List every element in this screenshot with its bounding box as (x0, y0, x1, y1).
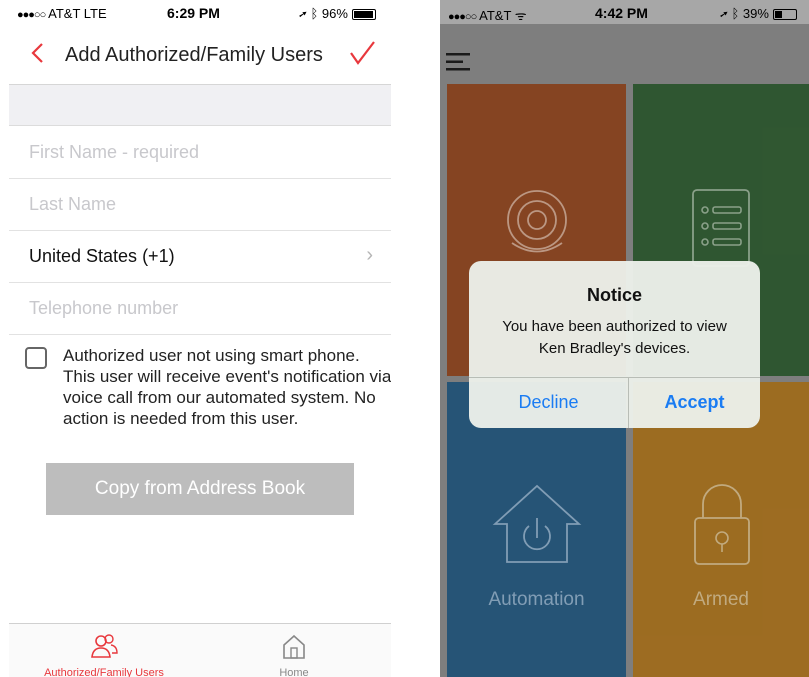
status-time: 6:29 PM (167, 5, 220, 21)
status-bar: ●●●○○ AT&T LTE 6:29 PM ➚ ᛒ 96% (9, 0, 391, 24)
tab-home[interactable]: Home (199, 624, 389, 677)
users-icon (91, 634, 118, 658)
battery-icon (351, 9, 376, 21)
non-smartphone-checkbox[interactable] (25, 347, 47, 369)
carrier-label: AT&T LTE (48, 6, 107, 21)
first-name-field[interactable]: First Name - required (9, 126, 391, 179)
accept-button[interactable]: Accept (629, 377, 760, 428)
page-title: Add Authorized/Family Users (65, 44, 323, 66)
last-name-placeholder: Last Name (29, 194, 117, 214)
location-icon: ➚ (720, 6, 728, 21)
battery-icon (772, 9, 797, 21)
left-phone-screen: ●●●○○ AT&T LTE 6:29 PM ➚ ᛒ 96% Add Autho… (9, 0, 391, 677)
tab-authorized-family-users[interactable]: Authorized/Family Users (9, 624, 199, 677)
telephone-placeholder: Telephone number (29, 298, 179, 318)
wifi-icon: ᯤ (514, 8, 527, 23)
last-name-field[interactable]: Last Name (9, 178, 391, 231)
tab-bar: Authorized/Family Users Home (9, 623, 391, 677)
bluetooth-icon: ᛒ (310, 6, 319, 21)
telephone-field[interactable]: Telephone number (9, 282, 391, 335)
status-time: 4:42 PM (595, 5, 648, 21)
notice-dialog: Notice You have been authorized to view … (469, 261, 760, 428)
status-bar: ●●●○○ AT&T ᯤ 4:42 PM ➚ ᛒ 39% (440, 0, 809, 24)
country-value: United States (+1) (29, 246, 175, 266)
dialog-title: Notice (586, 285, 642, 305)
bluetooth-icon: ᛒ (731, 6, 740, 21)
first-name-placeholder: First Name - required (29, 142, 200, 162)
dialog-message: You have been authorized to view Ken Bra… (502, 318, 727, 357)
carrier-label: AT&T (479, 8, 512, 23)
battery-percent: 39% (742, 6, 769, 21)
done-checkmark-icon[interactable] (347, 38, 377, 68)
chevron-right-icon: › (366, 244, 373, 266)
navigation-bar: Add Authorized/Family Users (9, 26, 391, 85)
non-smartphone-label: Authorized user not using smart phone. T… (63, 346, 391, 428)
signal-dots-icon: ●●●○○ (448, 11, 477, 23)
tab-label-users: Authorized/Family Users (44, 667, 164, 677)
battery-percent: 96% (321, 6, 348, 21)
right-phone-screen: ●●●○○ AT&T ᯤ 4:42 PM ➚ ᛒ 39% Automation … (440, 0, 809, 677)
country-selector[interactable]: United States (+1) › (9, 230, 391, 283)
location-icon: ➚ (299, 6, 307, 21)
signal-dots-icon: ●●●○○ (17, 9, 46, 21)
copy-from-address-book-button[interactable]: Copy from Address Book (46, 463, 354, 515)
tab-label-home: Home (279, 667, 309, 677)
section-spacer (9, 85, 391, 126)
decline-button[interactable]: Decline (469, 377, 628, 428)
back-chevron-icon[interactable] (23, 38, 53, 68)
home-icon (283, 634, 305, 659)
